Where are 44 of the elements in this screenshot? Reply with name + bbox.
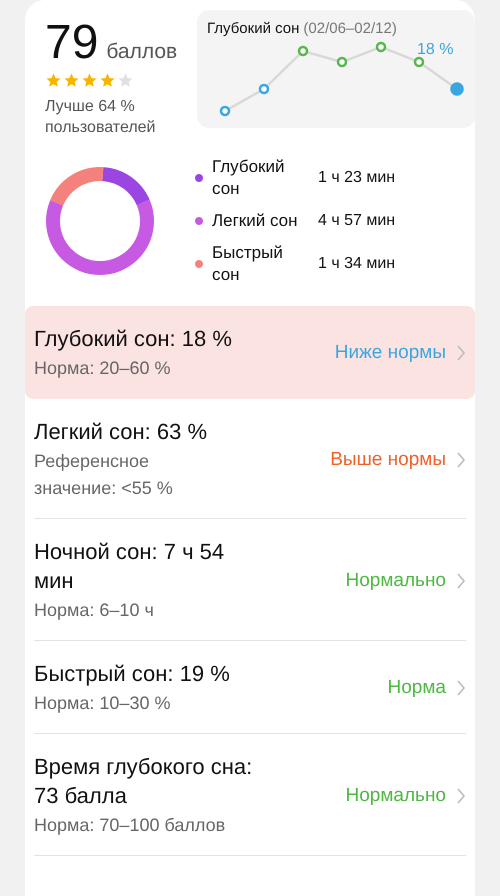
date-range: (02/06–02/12) [303, 20, 397, 37]
data-point [220, 106, 230, 116]
chevron-right-icon [456, 345, 466, 361]
norm-text: Норма: 6–10 ч [34, 599, 155, 622]
data-point [376, 42, 386, 52]
data-point [414, 56, 424, 68]
metric-row[interactable]: Время глубокого сна: 73 балла Норма: 70–100 баллов Нормально [25, 734, 475, 856]
stage-duration: 4 ч 57 мин [318, 212, 396, 230]
metric-row[interactable]: Легкий сон: 63 % Референсное значение: <55 % Выше нормы [25, 399, 475, 519]
chevron-right-icon [456, 680, 466, 696]
trend-value: 18 % [417, 41, 454, 59]
stage-duration: 1 ч 34 мин [318, 255, 396, 273]
norm-text: Норма: 70–100 баллов [34, 814, 226, 837]
data-point [258, 84, 270, 94]
data-point [450, 82, 464, 96]
chevron-right-icon [456, 788, 466, 804]
norm-text: Норма: 20–60 % [34, 357, 172, 380]
stage-name: Легкий сон [212, 210, 298, 232]
chevron-right-icon [456, 452, 466, 468]
comparison-text: Лучше 64 % пользователей [45, 97, 156, 138]
stage-name: Глубокий сон [212, 156, 286, 200]
stage-name: Быстрый сон [212, 242, 284, 286]
status-text: Нормально [345, 784, 446, 806]
metric-title: Быстрый сон: 19 % [34, 660, 231, 688]
stage-duration: 1 ч 23 мин [318, 169, 396, 187]
norm-text: Референсное значение: <55 % [34, 450, 174, 500]
status-text: Выше нормы [330, 448, 446, 470]
metric-title: Ночной сон: 7 ч 54 мин [34, 538, 226, 595]
chevron-right-icon [456, 572, 466, 588]
data-point [336, 56, 348, 68]
status-text: Норма [388, 677, 446, 699]
metric-row[interactable]: Быстрый сон: 19 % Норма: 10–30 % Норма [25, 641, 475, 734]
metric-title: Легкий сон: 63 % [34, 418, 208, 446]
metric-row[interactable]: Глубокий сон: 18 % Норма: 20–60 % Ниже нормы [25, 306, 475, 399]
score-unit: баллов [106, 40, 178, 64]
data-point [298, 46, 308, 56]
metric-row[interactable]: Ночной сон: 7 ч 54 мин Норма: 6–10 ч Нормально [25, 519, 475, 641]
chart-title: Глубокий сон [207, 20, 300, 37]
status-text: Нормально [345, 570, 446, 592]
metric-title: Глубокий сон: 18 % [34, 325, 233, 353]
metric-title: Время глубокого сна: 73 балла [34, 753, 254, 810]
status-text: Ниже нормы [334, 342, 446, 364]
norm-text: Норма: 10–30 % [34, 692, 172, 715]
score-value: 79 [45, 18, 98, 68]
